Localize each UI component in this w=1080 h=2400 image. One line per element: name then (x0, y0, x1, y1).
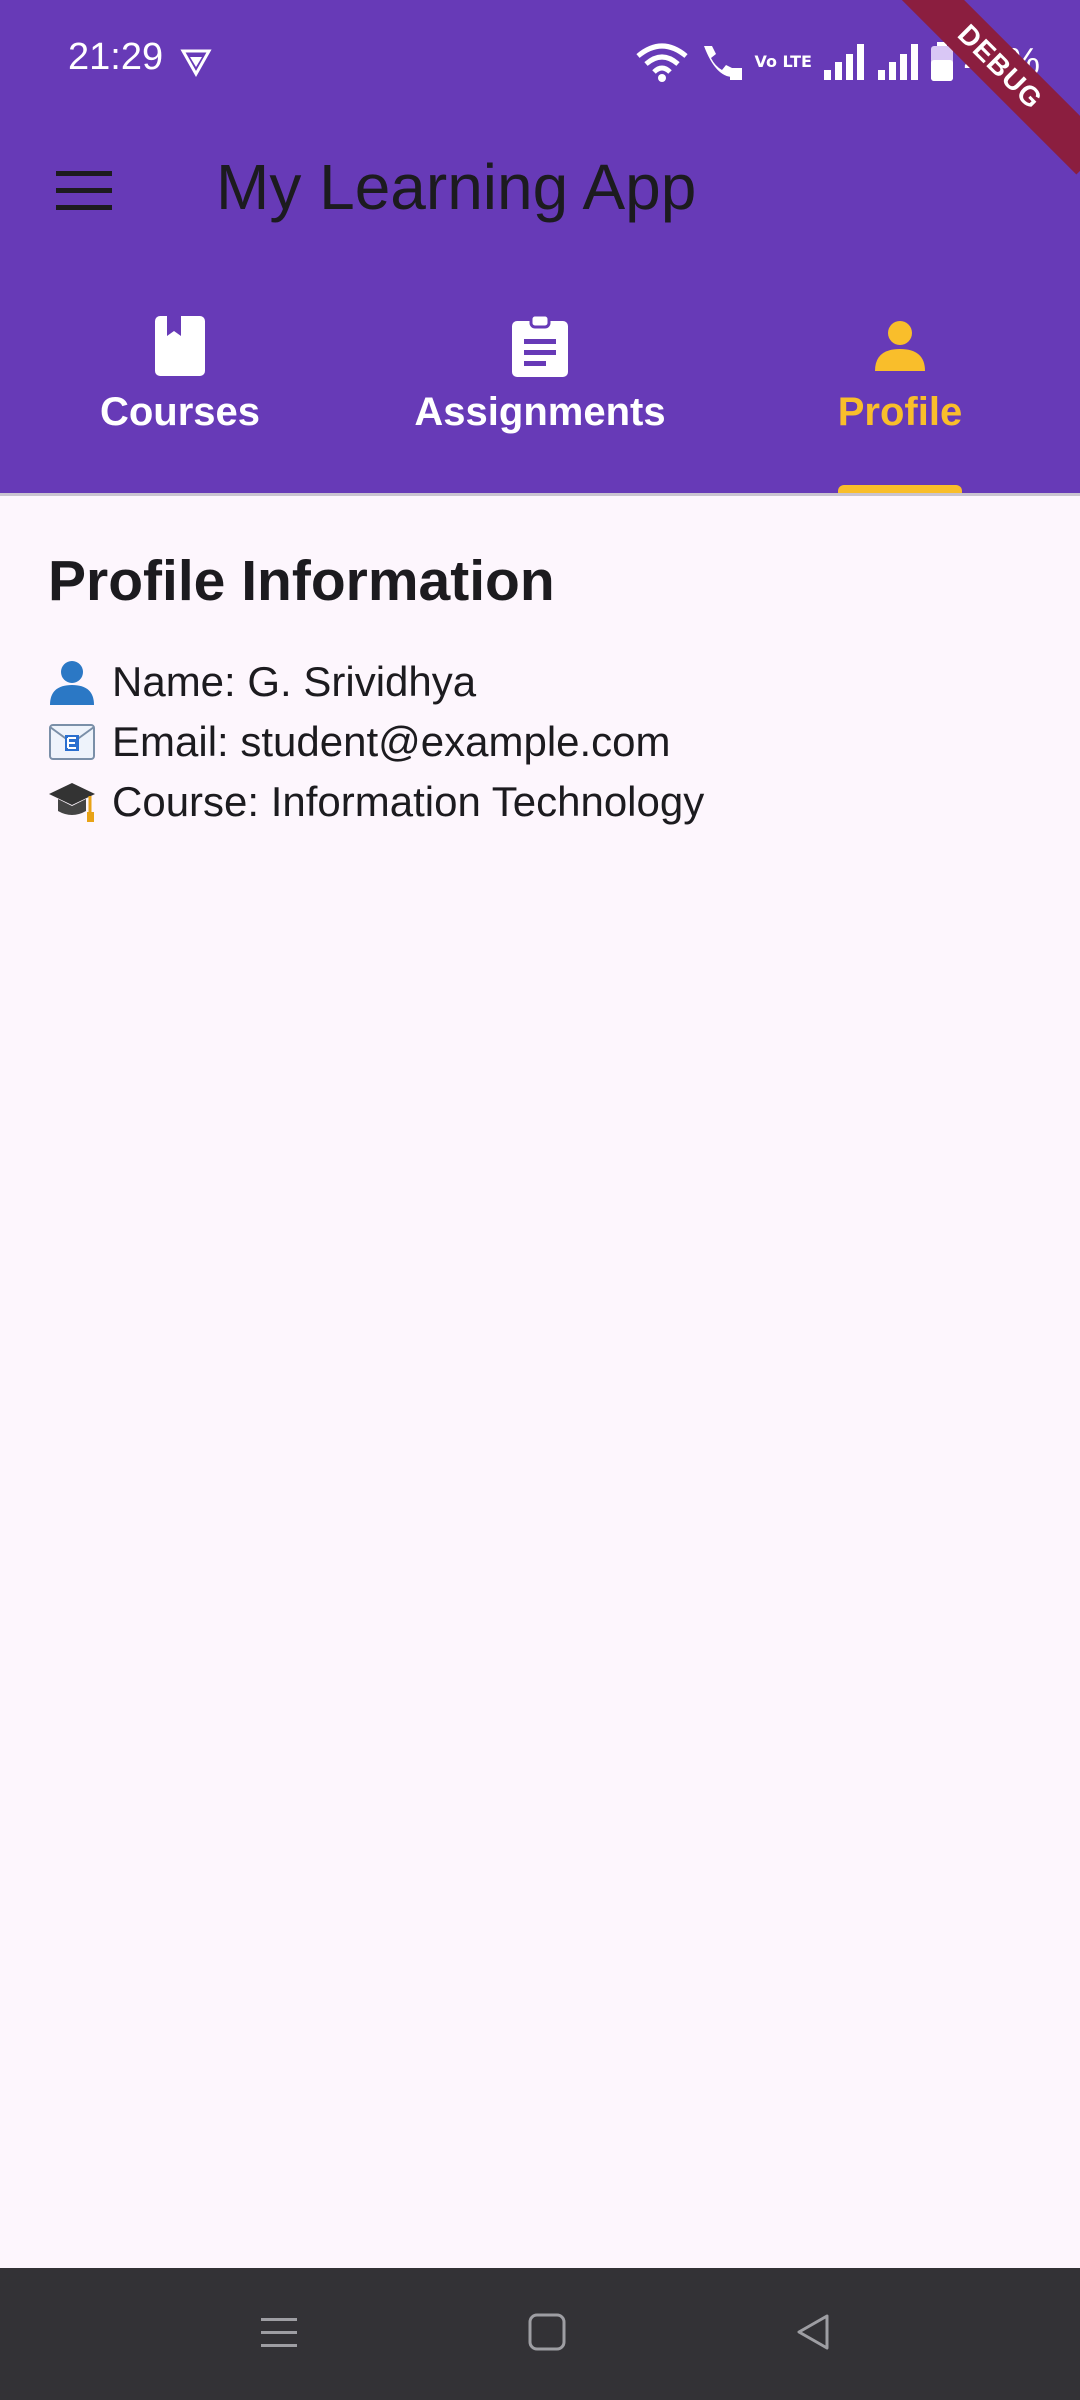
volte-label: Vo LTE (754, 52, 812, 71)
tab-profile[interactable]: Profile (720, 300, 1080, 493)
hamburger-menu-icon (56, 169, 112, 211)
vpn-shield-icon (180, 46, 212, 78)
back-icon (793, 2312, 833, 2357)
profile-content: Profile Information Name: G. Srividhya E… (48, 548, 1032, 832)
profile-course-row: Course: Information Technology (48, 772, 1032, 832)
system-nav-bar (0, 2268, 1080, 2400)
tab-label: Assignments (414, 390, 666, 434)
status-time: 21:29 (68, 36, 164, 78)
menu-button[interactable] (36, 150, 132, 230)
profile-course: Course: Information Technology (112, 778, 705, 825)
wifi-calling-icon (698, 42, 744, 82)
tab-bar: Courses Assignments Profile (0, 300, 1080, 493)
signal-strength-2-icon (876, 42, 920, 82)
profile-name-row: Name: G. Srividhya (48, 652, 1032, 712)
home-button[interactable] (517, 2304, 577, 2364)
email-emoji-icon (48, 718, 96, 766)
clipboard-icon (510, 315, 570, 377)
tab-label: Courses (99, 390, 261, 434)
tab-assignments[interactable]: Assignments (360, 300, 720, 493)
profile-email-row: Email: student@example.com (48, 712, 1032, 772)
recents-button[interactable] (249, 2304, 309, 2364)
app-bar: My Learning App (0, 120, 1080, 260)
page-title: Profile Information (48, 549, 555, 613)
person-emoji-icon (48, 658, 96, 706)
app-title: My Learning App (216, 151, 697, 223)
tab-courses[interactable]: Courses (0, 300, 360, 493)
app-header: 21:29 Vo LTE 43% DEBUG (0, 0, 1080, 493)
header-divider (0, 493, 1080, 496)
person-icon (870, 316, 930, 376)
tab-label: Profile (837, 390, 963, 434)
back-button[interactable] (783, 2304, 843, 2364)
profile-name: Name: G. Srividhya (112, 658, 477, 705)
profile-email: Email: student@example.com (112, 718, 671, 765)
status-bar: 21:29 Vo LTE 43% (0, 0, 1080, 120)
signal-strength-1-icon (822, 42, 866, 82)
home-icon (527, 2312, 567, 2357)
selected-tab-indicator (838, 485, 962, 493)
wifi-icon (636, 42, 689, 82)
book-icon (150, 316, 210, 376)
recents-icon (259, 2312, 299, 2357)
graduation-cap-emoji-icon (48, 778, 96, 826)
